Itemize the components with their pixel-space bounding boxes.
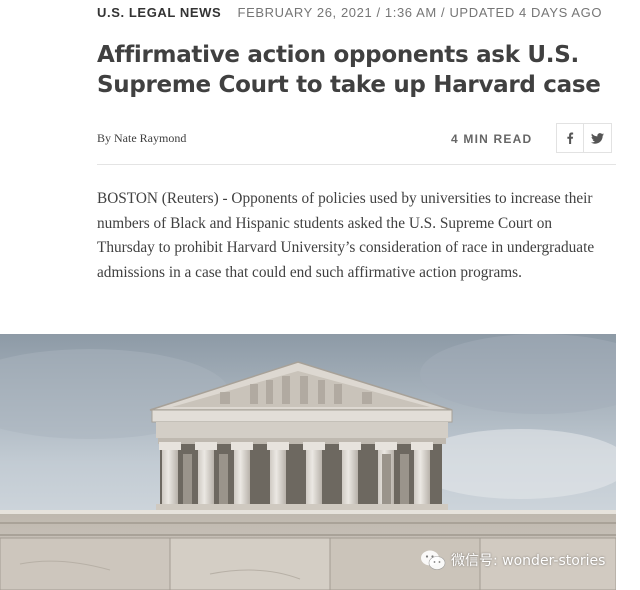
- dateline: FEBRUARY 26, 2021 / 1:36 AM / UPDATED 4 …: [237, 5, 603, 20]
- article-lede: BOSTON (Reuters) - Opponents of policies…: [97, 190, 595, 281]
- share-twitter-button[interactable]: [584, 123, 612, 153]
- twitter-icon: [591, 132, 604, 144]
- facebook-icon: [567, 132, 574, 144]
- divider: [97, 164, 616, 165]
- byline[interactable]: By Nate Raymond: [97, 131, 186, 146]
- section-label[interactable]: U.S. LEGAL NEWS: [97, 5, 221, 20]
- wechat-watermark: 微信号: wonder-stories: [420, 549, 605, 571]
- watermark-text: 微信号: wonder-stories: [451, 553, 606, 569]
- article-kicker: U.S. LEGAL NEWS FEBRUARY 26, 2021 / 1:36…: [97, 5, 602, 20]
- wechat-icon: [421, 550, 446, 570]
- read-time: 4 MIN READ: [451, 132, 533, 146]
- share-facebook-button[interactable]: [556, 123, 584, 153]
- article-headline: Affirmative action opponents ask U.S. Su…: [97, 42, 601, 98]
- byline-row: By Nate Raymond 4 MIN READ: [97, 123, 616, 157]
